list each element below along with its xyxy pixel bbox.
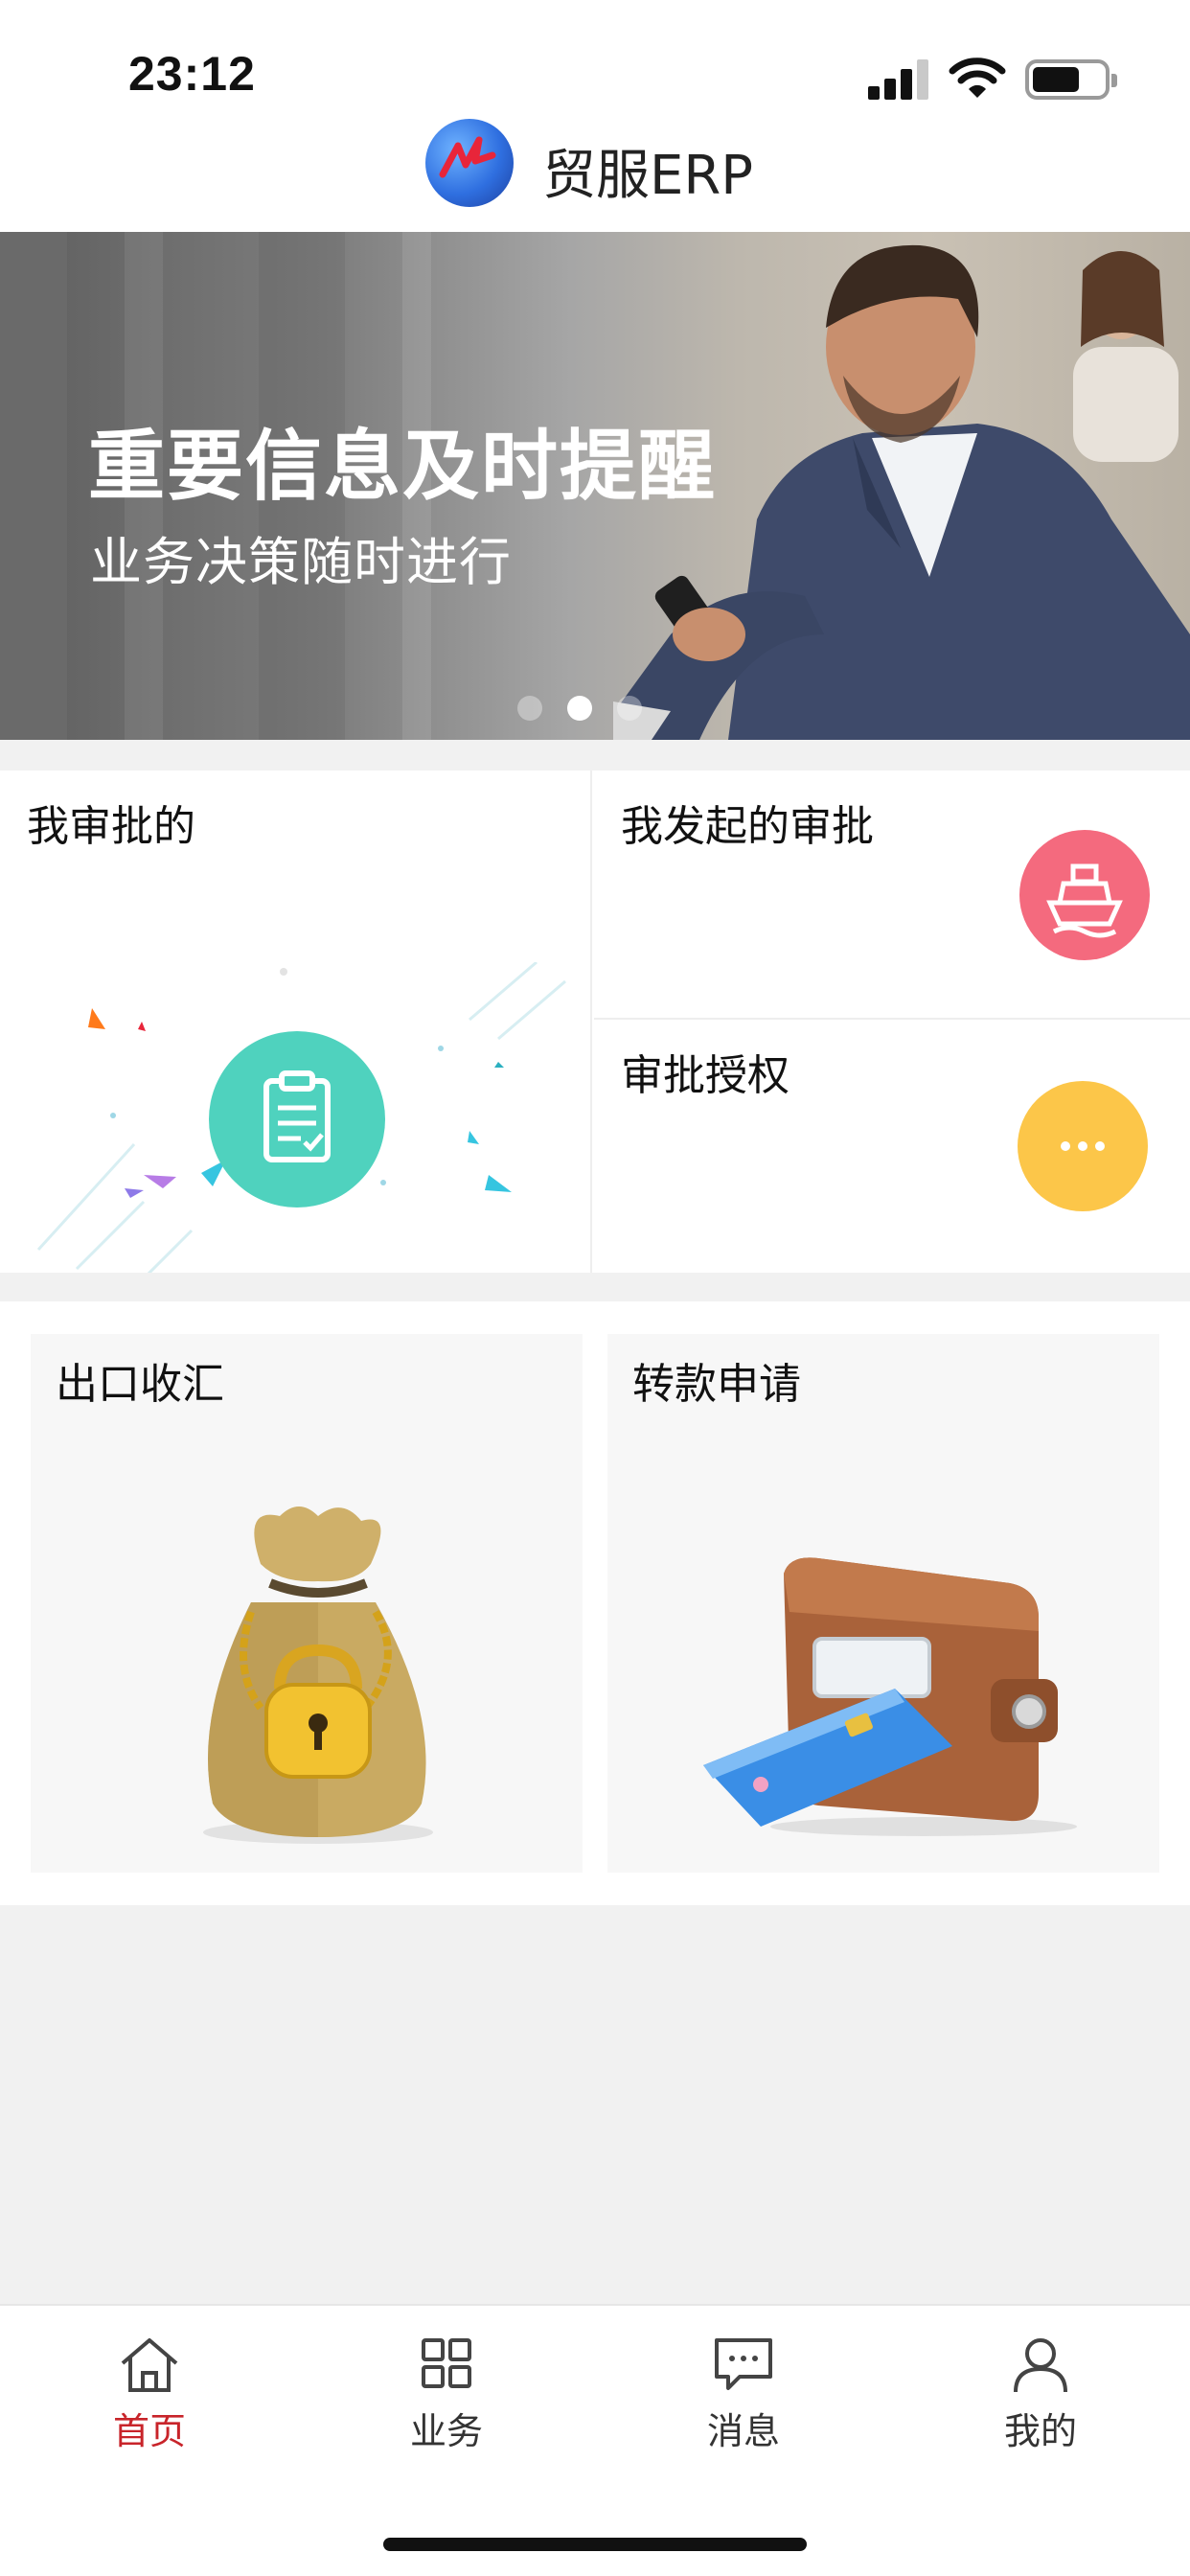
status-time: 23:12 — [128, 47, 256, 101]
carousel-dot-active[interactable] — [567, 696, 592, 721]
my-initiated-card[interactable]: 我发起的审批 — [594, 770, 1190, 1020]
status-bar: 23:12 — [0, 0, 1190, 115]
tab-profile[interactable]: 我的 — [945, 2334, 1136, 2459]
app-logo — [425, 119, 514, 207]
tab-home-label: 首页 — [112, 2410, 186, 2452]
approval-section: 我审批的 我发起的审批 审批授权 — [0, 770, 1190, 1273]
message-icon — [715, 2338, 772, 2390]
authorization-button[interactable] — [1018, 1081, 1148, 1211]
wifi-icon — [949, 58, 1006, 98]
wallet-icon — [703, 1557, 1077, 1836]
my-approvals-card[interactable]: 我审批的 — [0, 770, 592, 1273]
export-collection-card[interactable]: 出口收汇 — [31, 1334, 583, 1873]
finance-section: 出口收汇 转款申请 — [0, 1301, 1190, 1905]
grid-icon — [422, 2338, 471, 2388]
tab-bar: 首页 业务 消息 我的 — [0, 2304, 1190, 2576]
home-indicator[interactable] — [383, 2538, 807, 2551]
my-approvals-label: 我审批的 — [27, 802, 195, 851]
tab-business-label: 业务 — [409, 2410, 483, 2452]
banner-title: 重要信息及时提醒 — [88, 422, 717, 511]
battery-icon — [1025, 59, 1117, 100]
ship-icon — [1046, 863, 1123, 938]
money-bag-icon — [203, 1506, 433, 1844]
my-initiated-label: 我发起的审批 — [621, 802, 874, 851]
export-collection-label: 出口收汇 — [56, 1360, 224, 1409]
transfer-request-card[interactable]: 转款申请 — [607, 1334, 1159, 1873]
tab-messages-label: 消息 — [706, 2410, 780, 2452]
transfer-request-label: 转款申请 — [632, 1360, 801, 1409]
tab-home[interactable]: 首页 — [54, 2334, 245, 2459]
clipboard-icon — [263, 1070, 331, 1162]
user-icon — [1014, 2338, 1067, 2393]
tab-business[interactable]: 业务 — [351, 2334, 542, 2459]
tab-profile-label: 我的 — [1003, 2410, 1077, 2452]
my-approvals-button[interactable] — [209, 1031, 385, 1208]
tab-messages[interactable]: 消息 — [648, 2334, 839, 2459]
authorization-label: 审批授权 — [621, 1051, 790, 1100]
more-icon — [1061, 1141, 1105, 1151]
signal-icon — [868, 58, 929, 100]
app-title: 贸服ERP — [542, 145, 754, 207]
home-icon — [121, 2338, 178, 2392]
authorization-card[interactable]: 审批授权 — [594, 1022, 1190, 1273]
app-header: 贸服ERP — [0, 115, 1190, 232]
my-initiated-button[interactable] — [1019, 830, 1150, 960]
banner-subtitle: 业务决策随时进行 — [90, 532, 512, 592]
carousel-dot[interactable] — [517, 696, 542, 721]
banner-carousel[interactable]: 重要信息及时提醒 业务决策随时进行 — [0, 232, 1190, 740]
carousel-dot[interactable] — [617, 696, 642, 721]
